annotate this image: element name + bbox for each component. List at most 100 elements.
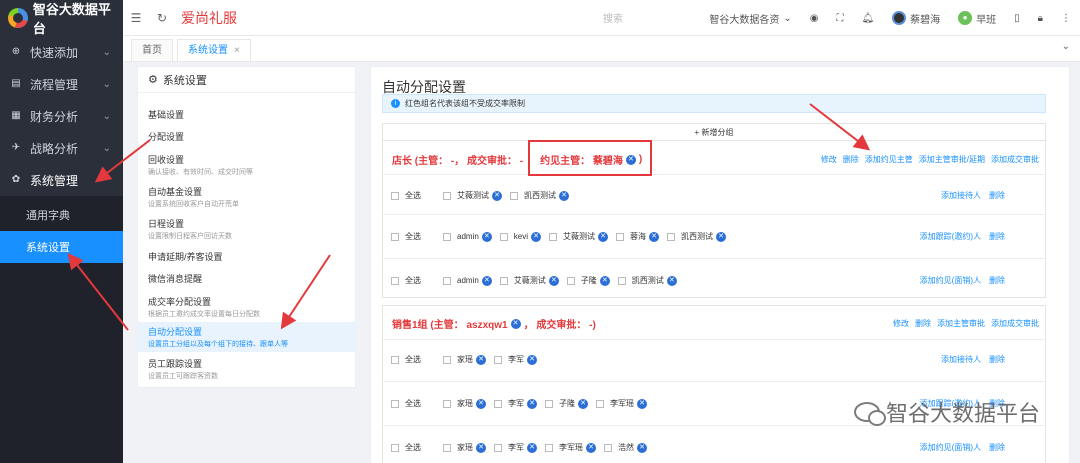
remove-icon[interactable]: ✕ <box>649 231 660 242</box>
remove-icon[interactable]: ✕ <box>586 442 596 453</box>
sidebar-sub-item-settings[interactable]: 系统设置 <box>0 231 123 263</box>
remove-icon[interactable]: ✕ <box>510 318 521 329</box>
sidebar-item-strategy[interactable]: ✈ 战略分析 ⌄ <box>0 132 123 164</box>
select-all-checkbox[interactable]: 全选 <box>391 275 421 286</box>
sidebar-item-flow[interactable]: ▤ 流程管理 ⌄ <box>0 68 123 100</box>
settings-item-schedule[interactable]: 日程设置 设置限制日程客户回访天数 <box>138 215 357 243</box>
settings-item-tracking[interactable]: 员工跟踪设置 设置员工可跟踪客资数 <box>138 355 357 383</box>
more-icon[interactable]: ⋮ <box>1052 13 1080 24</box>
add-person-link[interactable]: 添加接待人 <box>941 190 981 201</box>
member-chip[interactable]: 艾薇测试 ✕ <box>443 190 502 201</box>
remove-icon[interactable]: ✕ <box>476 398 486 409</box>
member-chip[interactable]: 李军瑶 ✕ <box>545 442 596 453</box>
add-person-link[interactable]: 添加约见(面销)人 <box>920 442 981 453</box>
delete-link[interactable]: 删除 <box>989 275 1005 286</box>
member-chip[interactable]: admin ✕ <box>443 231 492 242</box>
member-chip[interactable]: 李军 ✕ <box>494 442 537 453</box>
add-person-link[interactable]: 添加接待人 <box>941 354 981 365</box>
member-chip[interactable]: 李军瑶 ✕ <box>596 398 647 409</box>
select-all-checkbox[interactable]: 全选 <box>391 398 421 409</box>
logo[interactable]: 智谷大数据平台 <box>0 0 123 36</box>
member-chip[interactable]: 家瑶 ✕ <box>443 354 486 365</box>
member-chip[interactable]: 艾薇测试 ✕ <box>549 231 609 242</box>
tab-settings[interactable]: 系统设置 × <box>177 39 251 61</box>
select-all-checkbox[interactable]: 全选 <box>391 354 421 365</box>
remove-icon[interactable]: ✕ <box>527 398 537 409</box>
delete-link[interactable]: 删除 <box>989 190 1005 201</box>
member-chip[interactable]: 李军 ✕ <box>494 354 537 365</box>
settings-item-allocation[interactable]: 分配设置 <box>138 125 357 147</box>
chevron-down-icon[interactable]: ⌄ <box>1062 41 1070 52</box>
target-icon[interactable]: ◉ <box>801 13 828 24</box>
settings-item-auto-allocation[interactable]: 自动分配设置 设置员工分组以及每个组下的接待、跟单人等 <box>138 322 357 352</box>
member-chip[interactable]: 凯西测试 ✕ <box>667 231 727 242</box>
member-chip[interactable]: 凯西测试 ✕ <box>617 275 677 286</box>
delete-link[interactable]: 删除 <box>989 354 1005 365</box>
user-menu[interactable]: 蔡碧海 <box>883 11 949 26</box>
settings-item-conversion[interactable]: 成交率分配设置 根据员工邀约成交率设置每日分配数 <box>138 293 357 321</box>
member-chip[interactable]: kevi ✕ <box>499 231 542 242</box>
bell-icon[interactable]: 🔔︎ <box>852 13 883 24</box>
add-meeting-supervisor-link[interactable]: 添加约见主管 <box>865 154 913 165</box>
settings-item-recycle[interactable]: 回收设置 确认接收、有效时间、成交时间等 <box>138 151 357 179</box>
remove-icon[interactable]: ✕ <box>531 231 542 242</box>
sidebar-item-finance[interactable]: ▦ 财务分析 ⌄ <box>0 100 123 132</box>
remove-icon[interactable]: ✕ <box>666 275 677 286</box>
remove-icon[interactable]: ✕ <box>578 398 588 409</box>
member-chip[interactable]: 李军 ✕ <box>494 398 537 409</box>
add-deal-approval-link[interactable]: 添加成交审批 <box>991 318 1039 329</box>
settings-item-basic[interactable]: 基础设置 <box>138 103 357 125</box>
settings-item-extension[interactable]: 申请延期/养客设置 <box>138 245 357 267</box>
remove-icon[interactable]: ✕ <box>492 190 502 201</box>
remove-icon[interactable]: ✕ <box>476 442 486 453</box>
remove-icon[interactable]: ✕ <box>481 231 492 242</box>
remove-icon[interactable]: ✕ <box>481 275 492 286</box>
member-chip[interactable]: 艾薇测试 ✕ <box>499 275 559 286</box>
delete-link[interactable]: 删除 <box>915 318 931 329</box>
add-person-link[interactable]: 添加约见(面销)人 <box>920 275 981 286</box>
search-input[interactable]: 搜索 <box>603 10 623 25</box>
refresh-icon[interactable]: ↻ <box>149 11 175 25</box>
member-chip[interactable]: 家瑶 ✕ <box>443 398 486 409</box>
remove-icon[interactable]: ✕ <box>548 275 559 286</box>
remove-icon[interactable]: ✕ <box>599 275 610 286</box>
tab-home[interactable]: 首页 <box>131 39 173 61</box>
member-chip[interactable]: 凯西测试 ✕ <box>510 190 569 201</box>
member-chip[interactable]: admin ✕ <box>443 275 492 286</box>
edit-link[interactable]: 修改 <box>821 154 837 165</box>
add-person-link[interactable]: 添加跟踪(邀约)人 <box>920 231 981 242</box>
settings-item-wechat[interactable]: 微信消息提醒 <box>138 267 357 289</box>
remove-icon[interactable]: ✕ <box>637 442 647 453</box>
remove-icon[interactable]: ✕ <box>527 442 537 453</box>
remove-icon[interactable]: ✕ <box>598 231 609 242</box>
delete-link[interactable]: 删除 <box>989 231 1005 242</box>
remove-icon[interactable]: ✕ <box>559 190 569 201</box>
select-all-checkbox[interactable]: 全选 <box>391 231 421 242</box>
member-chip[interactable]: 家瑶 ✕ <box>443 442 486 453</box>
add-approval-link[interactable]: 添加主管审批 <box>937 318 985 329</box>
menu-collapse-icon[interactable]: ☰ <box>123 11 149 25</box>
sidebar-sub-item-dictionary[interactable]: 通用字典 <box>0 199 123 231</box>
member-chip[interactable]: 蓉海 ✕ <box>616 231 660 242</box>
shift-menu[interactable]: ● 早班 <box>949 11 1005 26</box>
delete-link[interactable]: 删除 <box>843 154 859 165</box>
fullscreen-icon[interactable]: ⛶ <box>827 13 852 24</box>
lock-icon[interactable]: 🔒︎ <box>1029 13 1052 24</box>
remove-icon[interactable]: ✕ <box>716 231 727 242</box>
add-group-button[interactable]: + 新增分组 <box>382 123 1046 140</box>
remove-icon[interactable]: ✕ <box>527 354 537 365</box>
member-chip[interactable]: 子隆 ✕ <box>566 275 610 286</box>
select-all-checkbox[interactable]: 全选 <box>391 190 421 201</box>
mobile-icon[interactable]: ▯ <box>1005 13 1029 24</box>
select-all-checkbox[interactable]: 全选 <box>391 442 421 453</box>
settings-item-auto-fund[interactable]: 自动基金设置 设置系统回收客户自动开荒单 <box>138 183 357 211</box>
remove-icon[interactable]: ✕ <box>476 354 486 365</box>
add-deal-approval-link[interactable]: 添加成交审批 <box>991 154 1039 165</box>
sidebar-item-quick-add[interactable]: ⊕ 快速添加 ⌄ <box>0 36 123 68</box>
remove-icon[interactable]: ✕ <box>637 398 647 409</box>
close-icon[interactable]: × <box>234 45 240 56</box>
member-chip[interactable]: 浩然 ✕ <box>604 442 647 453</box>
member-chip[interactable]: 子隆 ✕ <box>545 398 588 409</box>
sidebar-item-system[interactable]: ✿ 系统管理 ⌃ <box>0 164 123 196</box>
edit-link[interactable]: 修改 <box>893 318 909 329</box>
